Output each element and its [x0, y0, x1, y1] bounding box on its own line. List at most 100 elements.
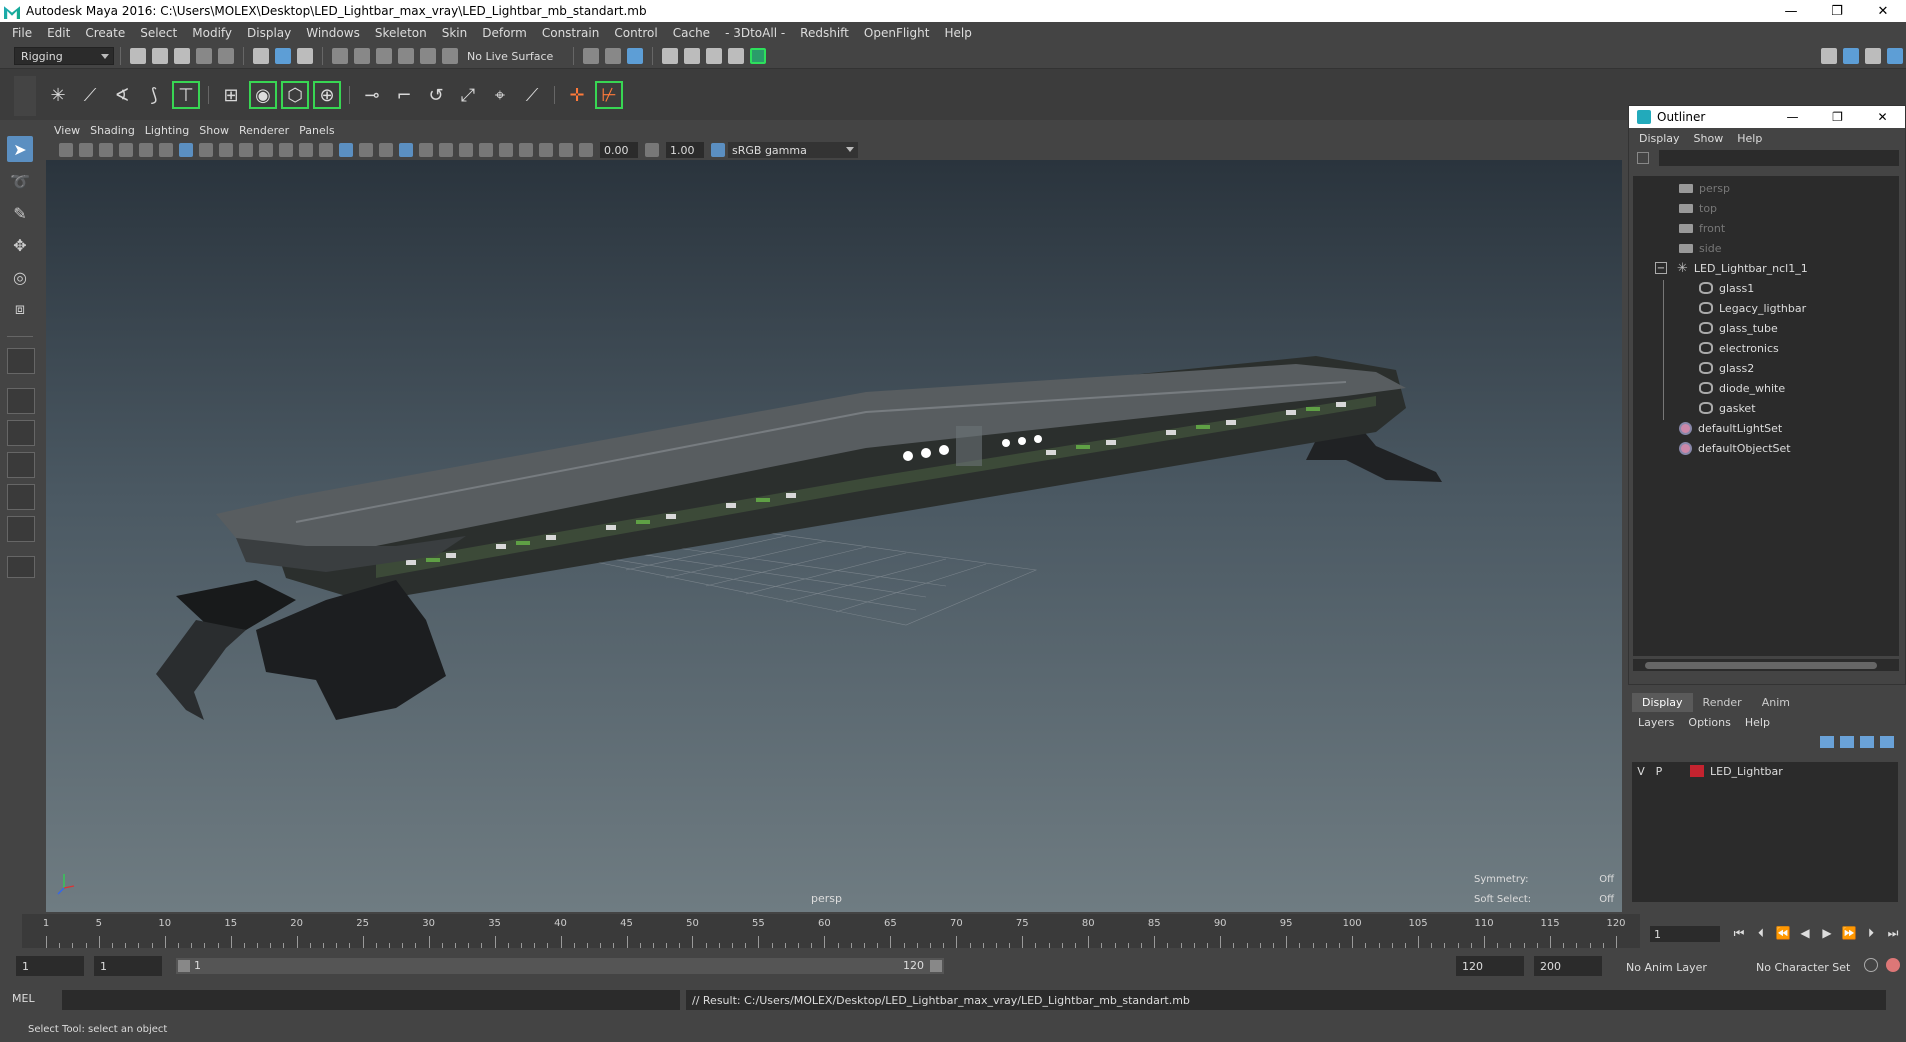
menu-create[interactable]: Create: [79, 26, 134, 40]
menu-skeleton[interactable]: Skeleton: [369, 26, 436, 40]
snap-point-icon[interactable]: [376, 48, 392, 64]
outliner-item-default-light-set[interactable]: defaultLightSet: [1679, 418, 1782, 438]
move-tool-icon[interactable]: ✥: [7, 232, 33, 258]
rotate-tool-icon[interactable]: ◎: [7, 264, 33, 290]
tab-anim[interactable]: Anim: [1752, 693, 1800, 712]
camera-tools-icon[interactable]: [79, 143, 93, 157]
outliner-item-default-object-set[interactable]: defaultObjectSet: [1679, 438, 1791, 458]
bookmark-icon[interactable]: [99, 143, 113, 157]
vp-menu-view[interactable]: View: [54, 124, 90, 137]
menu-redshift[interactable]: Redshift: [794, 26, 858, 40]
mirror-joint-icon[interactable]: ⟆: [140, 81, 168, 109]
filter-icon[interactable]: [1637, 152, 1649, 164]
perspective-viewport[interactable]: persp Symmetry: Off Soft Select: Off: [46, 160, 1622, 912]
gamma-icon[interactable]: [645, 143, 659, 157]
outliner-minimize-button[interactable]: —: [1770, 106, 1815, 128]
smooth-shade-icon[interactable]: [339, 143, 353, 157]
menu-windows[interactable]: Windows: [300, 26, 369, 40]
outliner-item-top[interactable]: top: [1679, 198, 1717, 218]
use-all-lights-icon[interactable]: [419, 143, 433, 157]
outliner-item-glass1[interactable]: glass1: [1699, 278, 1754, 298]
restore-button[interactable]: ❐: [1814, 0, 1860, 22]
history-icon[interactable]: [583, 48, 600, 64]
menu-openflight[interactable]: OpenFlight: [858, 26, 939, 40]
command-input[interactable]: [62, 990, 680, 1010]
new-empty-layer-icon[interactable]: [1860, 736, 1874, 748]
ik-spline-icon[interactable]: ∢: [108, 81, 136, 109]
layout-options-icon[interactable]: [7, 556, 35, 578]
outliner-restore-button[interactable]: ❐: [1815, 106, 1860, 128]
time-ruler[interactable]: 1 5 10 15 20 25 30 35 40 45 50 55 60 65 70 75 80 85 90 95 10…: [22, 914, 1640, 948]
playback-end-field[interactable]: 120: [1456, 956, 1524, 976]
outliner-item-persp[interactable]: persp: [1679, 178, 1730, 198]
select-tool-icon[interactable]: ➤: [7, 136, 33, 162]
open-scene-icon[interactable]: [152, 48, 168, 64]
persp-graph-layout-icon[interactable]: [7, 452, 35, 478]
playback-start-field[interactable]: 1: [94, 956, 162, 976]
menu-control[interactable]: Control: [608, 26, 666, 40]
step-forward-key-icon[interactable]: ⏩: [1838, 926, 1860, 941]
layer-playback-toggle[interactable]: P: [1650, 765, 1668, 778]
ipr-icon[interactable]: [706, 48, 723, 64]
exposure-icon[interactable]: [579, 143, 593, 157]
menu-help[interactable]: Help: [938, 26, 980, 40]
point-constraint-icon[interactable]: ⌐: [390, 81, 418, 109]
wireframe-icon[interactable]: [319, 143, 333, 157]
outliner-menu-show[interactable]: Show: [1694, 132, 1738, 145]
vp-menu-shading[interactable]: Shading: [90, 124, 145, 137]
grid-icon[interactable]: [179, 143, 193, 157]
orient-constraint-icon[interactable]: ↺: [422, 81, 450, 109]
close-button[interactable]: ✕: [1860, 0, 1906, 22]
film-gate-icon[interactable]: [199, 143, 213, 157]
layer-visibility-toggle[interactable]: V: [1632, 765, 1650, 778]
isolate-select-icon[interactable]: [519, 143, 533, 157]
menu-cache[interactable]: Cache: [667, 26, 719, 40]
ipr-render-icon[interactable]: [627, 48, 644, 64]
menu-3dtoall[interactable]: - 3DtoAll -: [719, 26, 794, 40]
layer-name[interactable]: LED_Lightbar: [1710, 765, 1783, 778]
resolution-gate-icon[interactable]: [219, 143, 233, 157]
redo-icon[interactable]: [218, 48, 234, 64]
outliner-menu-display[interactable]: Display: [1639, 132, 1694, 145]
custom-layout-icon[interactable]: [7, 516, 35, 542]
joint-tool-icon[interactable]: ✳: [44, 81, 72, 109]
menu-file[interactable]: File: [6, 26, 41, 40]
layer-color-swatch[interactable]: [1690, 765, 1704, 777]
camera-attributes-icon[interactable]: [59, 143, 73, 157]
snap-grid-icon[interactable]: [332, 48, 348, 64]
range-start-handle[interactable]: [178, 960, 190, 972]
shadows-icon[interactable]: [439, 143, 453, 157]
color-management-icon[interactable]: [711, 143, 725, 157]
script-language-toggle[interactable]: MEL: [12, 992, 62, 1008]
persp-outliner-layout-icon[interactable]: [7, 420, 35, 446]
ambient-occlusion-icon[interactable]: [459, 143, 473, 157]
hypershade-icon[interactable]: [750, 48, 767, 64]
xray-components-icon[interactable]: [559, 143, 573, 157]
2d-pan-zoom-icon[interactable]: [139, 143, 153, 157]
anim-layer-dropdown[interactable]: No Anim Layer: [1626, 961, 1707, 974]
field-chart-icon[interactable]: [259, 143, 273, 157]
outliner-item-front[interactable]: front: [1679, 218, 1725, 238]
render-view-icon[interactable]: [662, 48, 679, 64]
menu-display[interactable]: Display: [241, 26, 300, 40]
auto-key-icon[interactable]: [1864, 958, 1878, 972]
single-perspective-layout-icon[interactable]: [7, 348, 35, 374]
tab-render[interactable]: Render: [1693, 693, 1752, 712]
go-to-end-icon[interactable]: ⏭: [1882, 926, 1904, 941]
scale-tool-icon[interactable]: ⧈: [7, 296, 33, 322]
grease-pencil-icon[interactable]: [159, 143, 173, 157]
safe-action-icon[interactable]: [279, 143, 293, 157]
new-scene-icon[interactable]: [130, 48, 146, 64]
attribute-editor-icon[interactable]: [1843, 48, 1859, 64]
tab-display[interactable]: Display: [1632, 693, 1693, 712]
bind-skin-icon[interactable]: ⊞: [217, 81, 245, 109]
outliner-item-legacy-ligthbar[interactable]: Legacy_ligthbar: [1699, 298, 1806, 318]
orient-joint-icon[interactable]: ⊤: [172, 81, 200, 109]
layer-row-led-lightbar[interactable]: V P LED_Lightbar: [1632, 762, 1898, 780]
character-set-dropdown[interactable]: No Character Set: [1756, 961, 1850, 974]
outliner-item-side[interactable]: side: [1679, 238, 1722, 258]
pole-vector-icon[interactable]: ⟋: [518, 81, 546, 109]
magnet-icon[interactable]: [442, 48, 458, 64]
four-view-layout-icon[interactable]: [7, 388, 35, 414]
menu-constrain[interactable]: Constrain: [536, 26, 609, 40]
